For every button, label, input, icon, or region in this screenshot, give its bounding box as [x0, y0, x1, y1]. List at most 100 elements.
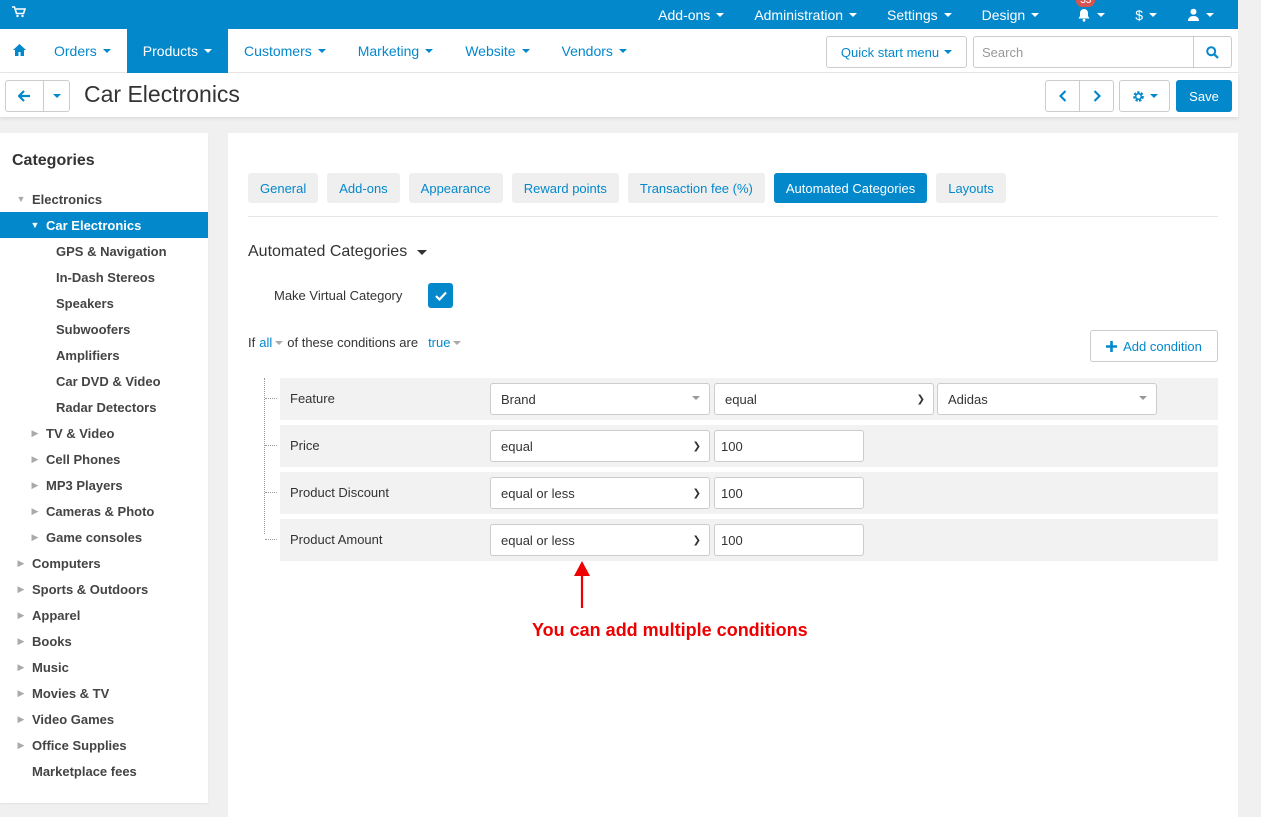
condition-tree-line — [264, 378, 265, 534]
topnav-settings[interactable]: Settings — [872, 0, 967, 29]
chevron-right-icon — [1093, 90, 1101, 102]
nav-website[interactable]: Website — [449, 29, 545, 73]
sidebar-item[interactable]: Marketplace fees — [0, 758, 208, 784]
collapsed-arrow-icon[interactable]: ▶ — [14, 610, 28, 621]
arrow-left-icon — [18, 90, 30, 102]
back-button[interactable] — [5, 80, 44, 112]
collapsed-arrow-icon[interactable]: ▶ — [28, 428, 42, 439]
tab[interactable]: Automated Categories — [773, 173, 928, 203]
notifications-button[interactable]: 33 — [1062, 0, 1120, 29]
price-operator-select[interactable]: equal ❯ — [490, 430, 710, 462]
chevron-down-icon — [943, 12, 952, 17]
main-content: General Add-ons Appearance Reward points Tra… — [228, 133, 1238, 817]
amount-value-input[interactable]: 100 — [714, 524, 864, 556]
sidebar-item[interactable]: ▶ Office Supplies — [0, 732, 208, 758]
nav-products[interactable]: Products — [126, 29, 229, 73]
collapsed-arrow-icon[interactable]: ▶ — [28, 532, 42, 543]
sidebar-item[interactable]: ▶ Music — [0, 654, 208, 680]
feature-value-select[interactable]: Adidas — [937, 383, 1157, 415]
collapsed-arrow-icon[interactable]: ▶ — [28, 480, 42, 491]
sidebar-item[interactable]: ▶ TV & Video — [0, 420, 208, 446]
sidebar-item[interactable]: ▶ Game consoles — [0, 524, 208, 550]
collapsed-arrow-icon[interactable]: ▶ — [14, 740, 28, 751]
expanded-arrow-icon[interactable]: ▼ — [14, 194, 28, 204]
sidebar-item[interactable]: Amplifiers — [0, 342, 208, 368]
sidebar-item[interactable]: ▶ Apparel — [0, 602, 208, 628]
tab[interactable]: Appearance — [408, 173, 503, 203]
virtual-category-checkbox[interactable] — [428, 283, 453, 308]
topnav-design[interactable]: Design — [967, 0, 1055, 29]
sidebar-item[interactable]: ▶ Computers — [0, 550, 208, 576]
sidebar-item[interactable]: ▶ Video Games — [0, 706, 208, 732]
currency-menu[interactable]: $ — [1120, 0, 1172, 29]
collapsed-arrow-icon[interactable]: ▶ — [14, 636, 28, 647]
collapsed-arrow-icon[interactable]: ▶ — [14, 662, 28, 673]
add-condition-button[interactable]: Add condition — [1090, 330, 1218, 362]
amount-operator-select[interactable]: equal or less ❯ — [490, 524, 710, 556]
discount-value-input[interactable]: 100 — [714, 477, 864, 509]
collapsed-arrow-icon[interactable]: ▶ — [28, 506, 42, 517]
tab[interactable]: Layouts — [936, 173, 1006, 203]
topnav-administration[interactable]: Administration — [739, 0, 872, 29]
price-value-input[interactable]: 100 — [714, 430, 864, 462]
collapsed-arrow-icon[interactable]: ▶ — [14, 584, 28, 595]
previous-button[interactable] — [1045, 80, 1080, 112]
tab[interactable]: General — [248, 173, 319, 203]
tab[interactable]: Transaction fee (%) — [627, 173, 765, 203]
sidebar-item[interactable]: Subwoofers — [0, 316, 208, 342]
tab[interactable]: Reward points — [511, 173, 619, 203]
collapsed-arrow-icon[interactable]: ▶ — [14, 688, 28, 699]
collapsed-arrow-icon[interactable]: ▶ — [14, 714, 28, 725]
settings-menu-button[interactable] — [1119, 80, 1170, 112]
sidebar-item[interactable]: ▶ MP3 Players — [0, 472, 208, 498]
next-button[interactable] — [1079, 80, 1114, 112]
sidebar-item[interactable]: ▼ Car Electronics — [0, 212, 208, 238]
condition-row-product-discount: Product Discount equal or less ❯ 100 — [265, 472, 1218, 514]
truth-selector[interactable]: true — [428, 335, 462, 350]
sidebar-item[interactable]: ▶ Books — [0, 628, 208, 654]
back-menu-button[interactable] — [43, 80, 70, 112]
home-icon[interactable] — [13, 44, 26, 59]
match-all-selector[interactable]: all — [259, 335, 284, 350]
search-button[interactable] — [1193, 37, 1231, 67]
chevron-down-icon — [275, 340, 284, 345]
sidebar-item[interactable]: ▶ Cell Phones — [0, 446, 208, 472]
feature-select[interactable]: Brand — [490, 383, 710, 415]
quick-start-menu-button[interactable]: Quick start menu — [826, 36, 967, 68]
sidebar-item[interactable]: ▶ Cameras & Photo — [0, 498, 208, 524]
section-title[interactable]: Automated Categories — [248, 243, 428, 261]
main-nav: Orders Products Customers Marketing Webs… — [0, 29, 1238, 73]
nav-customers[interactable]: Customers — [228, 29, 342, 73]
feature-operator-select[interactable]: equal ❯ — [714, 383, 934, 415]
chevron-down-icon — [52, 94, 61, 98]
nav-orders[interactable]: Orders — [38, 29, 127, 73]
sidebar-item[interactable]: ▶ Sports & Outdoors — [0, 576, 208, 602]
nav-vendors[interactable]: Vendors — [546, 29, 643, 73]
search-input[interactable] — [974, 37, 1194, 67]
sidebar-item[interactable]: Radar Detectors — [0, 394, 208, 420]
user-menu[interactable] — [1172, 0, 1238, 29]
sidebar-item[interactable]: In-Dash Stereos — [0, 264, 208, 290]
sidebar-item[interactable]: Car DVD & Video — [0, 368, 208, 394]
collapsed-arrow-icon[interactable]: ▶ — [14, 558, 28, 569]
collapsed-arrow-icon[interactable]: ▶ — [28, 454, 42, 465]
tab[interactable]: Add-ons — [327, 173, 400, 203]
topnav-addons[interactable]: Add-ons — [643, 0, 739, 29]
sidebar-item[interactable]: ▼ Electronics — [0, 186, 208, 212]
tab-bar: General Add-ons Appearance Reward points Tra… — [248, 173, 1006, 203]
chevron-down-icon — [1149, 94, 1158, 98]
nav-marketing[interactable]: Marketing — [342, 29, 449, 73]
sidebar-item-label: Game consoles — [46, 529, 143, 545]
categories-sidebar: Categories ▼ Electronics ▼ Car Electronics G… — [0, 133, 208, 803]
sidebar-item-label: Cameras & Photo — [46, 503, 155, 519]
sidebar-item[interactable]: GPS & Navigation — [0, 238, 208, 264]
save-button[interactable]: Save — [1176, 80, 1232, 112]
chevron-down-icon — [317, 49, 326, 53]
discount-operator-select[interactable]: equal or less ❯ — [490, 477, 710, 509]
sidebar-item-label: Subwoofers — [56, 321, 131, 337]
sidebar-item[interactable]: Speakers — [0, 290, 208, 316]
sidebar-item[interactable]: ▶ Movies & TV — [0, 680, 208, 706]
condition-row-price: Price equal ❯ 100 — [265, 425, 1218, 467]
cart-icon[interactable] — [12, 6, 27, 21]
expanded-arrow-icon[interactable]: ▼ — [28, 220, 42, 230]
